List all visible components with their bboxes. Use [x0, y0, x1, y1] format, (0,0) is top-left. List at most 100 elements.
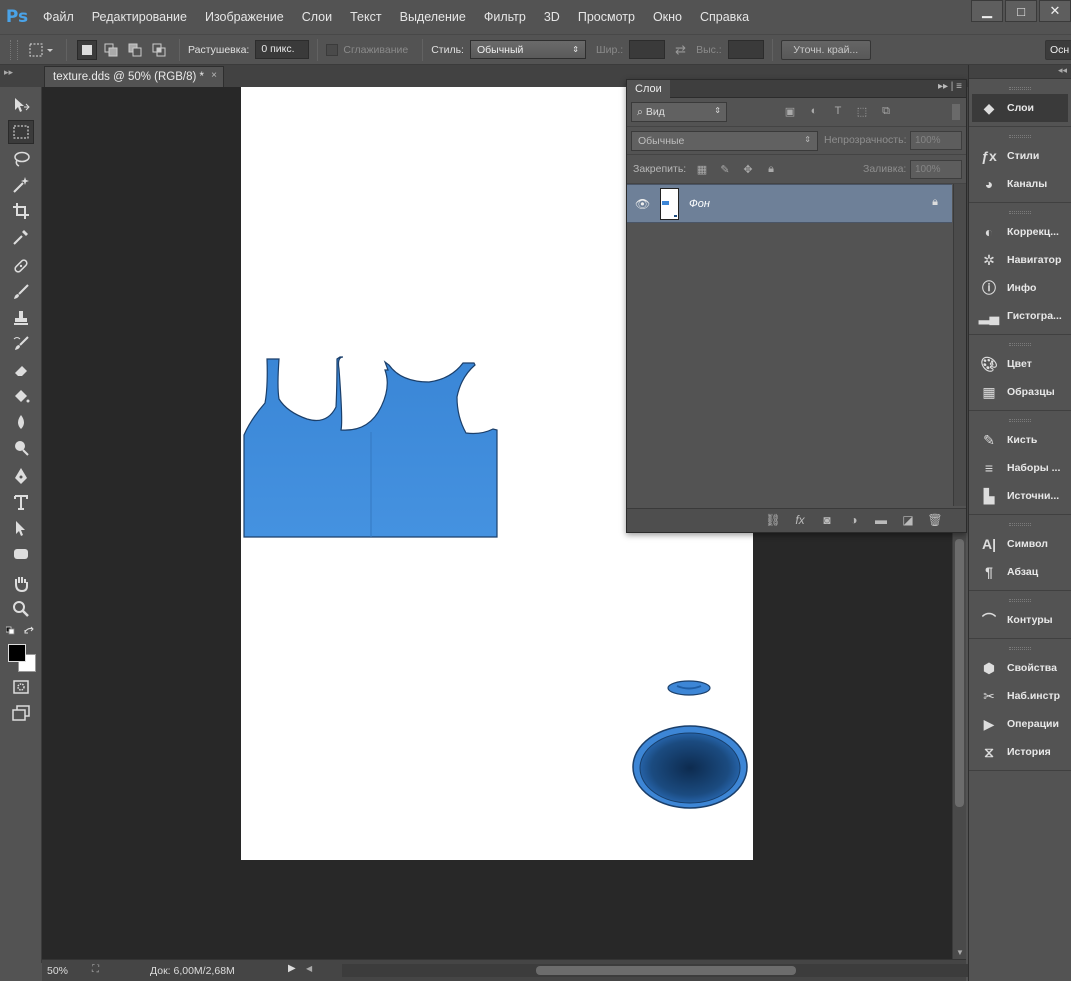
dock-item-histogram[interactable]: ▂▄ Гистогра... — [969, 302, 1071, 330]
screen-mode-button[interactable] — [8, 701, 34, 725]
dock-item-info[interactable]: ⓘ Инфо — [969, 274, 1071, 302]
lock-all-icon[interactable]: 🔒︎ — [764, 162, 778, 176]
share-icon[interactable]: ⛶ — [92, 964, 99, 975]
blend-mode-select[interactable]: Обычные ⇕ — [631, 131, 818, 151]
dock-group-grip[interactable] — [1009, 419, 1031, 422]
dock-item-clone-source[interactable]: ▙ Источни... — [969, 482, 1071, 510]
adjustment-filter-icon[interactable]: ◐ — [807, 104, 821, 118]
menu-item-6[interactable]: Фильтр — [475, 0, 535, 34]
type-tool[interactable] — [8, 490, 34, 514]
menu-item-2[interactable]: Изображение — [196, 0, 293, 34]
magic-wand-tool[interactable] — [8, 173, 34, 197]
feather-input[interactable]: 0 пикс. — [255, 40, 310, 59]
hand-tool[interactable] — [8, 571, 34, 595]
move-tool[interactable] — [8, 93, 34, 117]
dock-item-brush[interactable]: ✎ Кисть — [969, 426, 1071, 454]
dock-item-paragraph[interactable]: ¶ Абзац — [969, 558, 1071, 586]
opacity-input[interactable]: 100% — [910, 131, 962, 150]
fx-icon[interactable]: fx — [793, 513, 807, 527]
dock-item-character[interactable]: A| Символ — [969, 530, 1071, 558]
menu-item-0[interactable]: Файл — [34, 0, 83, 34]
horizontal-scroll-thumb[interactable] — [536, 966, 796, 975]
path-selection-tool[interactable] — [8, 516, 34, 540]
workspace-button[interactable]: Осн — [1045, 40, 1071, 60]
menu-item-7[interactable]: 3D — [535, 0, 569, 34]
new-group-icon[interactable]: ▬ — [874, 513, 888, 527]
vertical-scroll-thumb[interactable] — [955, 539, 964, 807]
shape-tool[interactable] — [8, 542, 34, 566]
dock-item-navigator[interactable]: ✲ Навигатор — [969, 246, 1071, 274]
document-tab[interactable]: texture.dds @ 50% (RGB/8) * × — [44, 66, 224, 87]
lock-transparency-icon[interactable]: ▦ — [695, 162, 709, 176]
options-grip[interactable] — [10, 39, 18, 60]
menu-item-5[interactable]: Выделение — [391, 0, 475, 34]
intersect-selection-button[interactable] — [149, 40, 169, 60]
marquee-tool[interactable] — [8, 120, 34, 144]
foreground-color-swatch[interactable] — [8, 644, 26, 662]
width-input[interactable] — [629, 40, 666, 59]
new-layer-icon[interactable]: ◪ — [901, 513, 915, 527]
height-input[interactable] — [727, 40, 764, 59]
dock-item-actions[interactable]: ▶ Операции — [969, 710, 1071, 738]
subtract-selection-button[interactable] — [125, 40, 145, 60]
type-filter-icon[interactable]: T — [831, 104, 845, 118]
filter-toggle[interactable] — [952, 104, 960, 120]
horizontal-scrollbar[interactable]: ◀ ▶ — [306, 964, 992, 977]
layer-filter-select[interactable]: ⌕ Вид ⇕ — [631, 102, 727, 122]
fill-input[interactable]: 100% — [910, 160, 962, 179]
dock-item-layers[interactable]: ◆ Слои — [972, 94, 1068, 122]
dock-group-grip[interactable] — [1009, 343, 1031, 346]
dock-group-grip[interactable] — [1009, 211, 1031, 214]
eye-icon[interactable]: 👁︎ — [635, 197, 650, 211]
scroll-down-icon[interactable]: ▼ — [956, 948, 964, 957]
style-select[interactable]: Обычный ⇕ — [469, 40, 586, 59]
dock-item-swatches[interactable]: ▦ Образцы — [969, 378, 1071, 406]
refine-edge-button[interactable]: Уточн. край... — [780, 39, 871, 60]
layer-item[interactable]: 👁︎ Фон 🔒︎ — [627, 184, 952, 223]
add-mask-icon[interactable]: ◙ — [820, 513, 834, 527]
blur-tool[interactable] — [8, 410, 34, 434]
menu-item-4[interactable]: Текст — [341, 0, 390, 34]
status-menu-arrow-icon[interactable]: ▶ — [288, 963, 296, 974]
link-layers-icon[interactable]: ⛓︎ — [765, 513, 780, 527]
smart-object-filter-icon[interactable]: ⧉ — [879, 104, 893, 118]
new-selection-button[interactable] — [77, 39, 97, 60]
dock-group-grip[interactable] — [1009, 599, 1031, 602]
dodge-tool[interactable] — [8, 436, 34, 460]
history-brush-tool[interactable] — [8, 332, 34, 356]
collapse-toolbar-icon[interactable]: ▸▸ — [4, 67, 13, 78]
antialias-checkbox[interactable] — [326, 43, 339, 56]
layers-scrollbar[interactable] — [953, 184, 966, 506]
brush-tool[interactable] — [8, 280, 34, 304]
swap-dimensions-icon[interactable]: ⇄ — [675, 42, 686, 58]
close-tab-icon[interactable]: × — [211, 70, 217, 81]
zoom-level[interactable]: 50% — [42, 965, 86, 977]
dock-item-tool-presets[interactable]: ✂ Наб.инстр — [969, 682, 1071, 710]
menu-item-1[interactable]: Редактирование — [83, 0, 196, 34]
tab-layers[interactable]: Слои — [627, 80, 670, 98]
dock-item-brush-presets[interactable]: ≡ Наборы ... — [969, 454, 1071, 482]
dock-group-grip[interactable] — [1009, 647, 1031, 650]
pen-tool[interactable] — [8, 464, 34, 488]
paint-bucket-tool[interactable] — [8, 384, 34, 408]
minimize-button[interactable]: ▁ — [971, 0, 1003, 22]
dock-item-styles[interactable]: ƒx Стили — [969, 142, 1071, 170]
dock-item-color[interactable]: 🎨︎ Цвет — [969, 350, 1071, 378]
maximize-button[interactable]: □ — [1005, 0, 1037, 22]
dock-item-adjustments[interactable]: ◐ Коррекц... — [969, 218, 1071, 246]
quick-mask-button[interactable] — [8, 675, 34, 699]
dock-item-paths[interactable]: ⌒ Контуры — [969, 606, 1071, 634]
dock-group-grip[interactable] — [1009, 135, 1031, 138]
scroll-left-icon[interactable]: ◀ — [306, 964, 312, 973]
tool-preset-picker[interactable] — [24, 39, 58, 61]
dock-item-properties[interactable]: ⬢ Свойства — [969, 654, 1071, 682]
healing-brush-tool[interactable] — [8, 254, 34, 278]
menu-item-10[interactable]: Справка — [691, 0, 758, 34]
adjustment-layer-icon[interactable]: ◑ — [847, 513, 861, 527]
collapse-dock-icon[interactable]: ◂◂ — [1058, 65, 1067, 76]
add-selection-button[interactable] — [101, 40, 121, 60]
eyedropper-tool[interactable] — [8, 225, 34, 249]
menu-item-9[interactable]: Окно — [644, 0, 691, 34]
crop-tool[interactable] — [8, 199, 34, 223]
swap-colors-icon[interactable] — [24, 626, 34, 634]
